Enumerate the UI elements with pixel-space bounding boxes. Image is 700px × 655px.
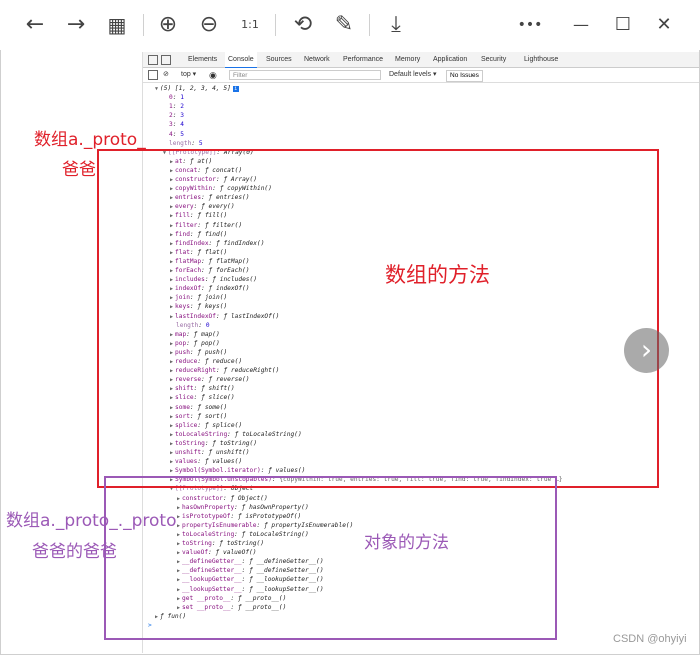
eye-icon[interactable]: ◉ (209, 68, 217, 82)
device-toolbar-icon[interactable] (161, 55, 171, 65)
tab-lighthouse[interactable]: Lighthouse (524, 52, 558, 67)
tab-memory[interactable]: Memory (395, 52, 420, 67)
actual-size-icon[interactable]: 1:1 (235, 10, 265, 40)
separator (143, 14, 144, 36)
download-icon[interactable]: ⤓ (381, 10, 411, 40)
devtools-tab-bar: Elements Console Sources Network Perform… (143, 52, 699, 69)
console-array-header[interactable]: ▼ (5) [1, 2, 3, 4, 5] i (155, 84, 239, 93)
grid-icon[interactable]: ▦ (102, 10, 132, 40)
array-index-entry[interactable]: 3: 4 (169, 120, 184, 129)
clear-console-icon[interactable]: ⊘ (163, 68, 169, 82)
sidebar-toggle-icon[interactable] (148, 70, 158, 80)
array-index-entry[interactable]: 2: 3 (169, 111, 184, 120)
annotation-array-methods: 数组的方法 (385, 263, 490, 287)
watermark: CSDN @ohyiyi (613, 633, 687, 645)
inspect-icon[interactable] (148, 55, 158, 65)
issues-button[interactable]: No Issues (446, 70, 483, 82)
viewer-toolbar: ← → ▦ ⊕ ⊖ 1:1 ⟲ ✎ ⤓ ••• — ☐ ✕ (0, 0, 700, 50)
filter-input[interactable]: Filter (229, 70, 381, 80)
console-filter-bar: ⊘ top ▾ ◉ Filter Default levels ▾ No Iss… (143, 68, 699, 83)
close-icon[interactable]: ✕ (649, 10, 679, 40)
tab-network[interactable]: Network (304, 52, 330, 67)
minimize-icon[interactable]: — (566, 10, 596, 40)
array-methods-highlight-box (97, 149, 659, 488)
separator (275, 14, 276, 36)
annotation-proto-label: 数组a._proto_ (34, 130, 146, 150)
array-length[interactable]: length: 5 (169, 139, 203, 148)
tab-sources[interactable]: Sources (266, 52, 292, 67)
zoom-in-icon[interactable]: ⊕ (153, 10, 183, 40)
log-levels-dropdown[interactable]: Default levels ▾ (389, 68, 436, 82)
annotation-object-methods: 对象的方法 (364, 533, 449, 553)
back-icon[interactable]: ← (20, 10, 50, 40)
tab-security[interactable]: Security (481, 52, 506, 67)
next-image-button[interactable]: › (624, 328, 669, 373)
annotation-proto-proto-sub: 爸爸的爸爸 (32, 542, 117, 562)
tab-console[interactable]: Console (225, 52, 257, 69)
annotation-proto-sub: 爸爸 (62, 160, 96, 180)
object-methods-highlight-box (104, 476, 557, 640)
array-index-entry[interactable]: 4: 5 (169, 130, 184, 139)
context-selector[interactable]: top ▾ (181, 68, 196, 82)
edit-icon[interactable]: ✎ (329, 10, 359, 40)
tab-performance[interactable]: Performance (343, 52, 383, 67)
more-icon[interactable]: ••• (515, 10, 545, 40)
annotation-proto-proto-label: 数组a._proto_._proto (6, 511, 177, 531)
separator (369, 14, 370, 36)
array-index-entry[interactable]: 1: 2 (169, 102, 184, 111)
tab-elements[interactable]: Elements (188, 52, 217, 67)
zoom-out-icon[interactable]: ⊖ (194, 10, 224, 40)
forward-icon[interactable]: → (61, 10, 91, 40)
maximize-icon[interactable]: ☐ (608, 10, 638, 40)
rotate-icon[interactable]: ⟲ (288, 10, 318, 40)
tab-application[interactable]: Application (433, 52, 467, 67)
array-index-entry[interactable]: 0: 1 (169, 93, 184, 102)
